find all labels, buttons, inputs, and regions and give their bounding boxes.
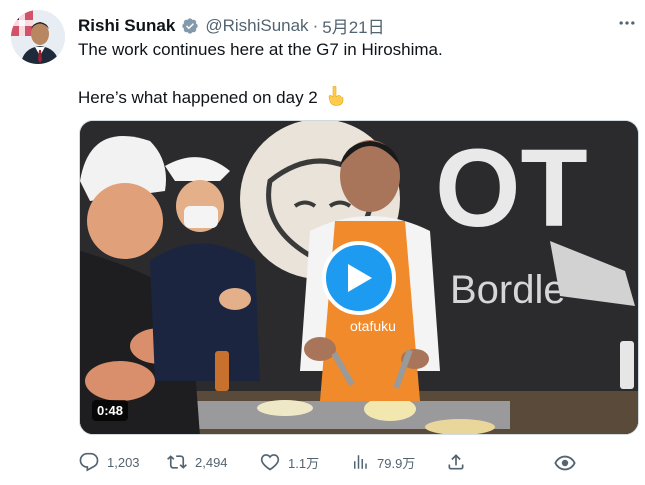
header-separator: ·	[312, 15, 319, 35]
retweet-icon	[167, 455, 187, 469]
sign-text-bord: Bordle	[450, 268, 566, 312]
verified-badge-icon	[181, 17, 199, 35]
play-button[interactable]	[322, 241, 396, 315]
like-button[interactable]: 1.1万	[260, 452, 319, 472]
author-handle[interactable]: @RishiSunak	[205, 16, 308, 36]
play-icon	[348, 264, 372, 292]
tweet-actions: 1,203 2,494 1.1万 79.9万	[79, 452, 579, 478]
tweet-text-line-2: Here’s what happened on day 2	[78, 85, 345, 111]
share-icon	[448, 454, 464, 470]
video-duration-badge: 0:48	[92, 400, 129, 421]
heart-icon	[260, 454, 280, 471]
views-count: 79.9万	[377, 455, 416, 471]
retweet-count: 2,494	[195, 454, 228, 470]
reply-icon	[79, 452, 99, 472]
views-chart-icon	[354, 455, 367, 469]
tweet: Rishi Sunak @RishiSunak · 5月21日 The work…	[0, 0, 645, 485]
author-display-name[interactable]: Rishi Sunak	[78, 16, 175, 36]
retweet-button[interactable]: 2,494	[167, 452, 228, 472]
tweet-date[interactable]: 5月21日	[322, 13, 384, 38]
sign-text-ot: OT	[435, 127, 588, 250]
tweet-header: Rishi Sunak @RishiSunak · 5月21日	[78, 13, 385, 38]
apron-text: otafuku	[350, 318, 396, 334]
pointing-down-emoji-icon	[327, 85, 345, 111]
reply-count: 1,203	[107, 454, 140, 470]
reply-button[interactable]: 1,203	[79, 452, 140, 472]
share-button[interactable]	[446, 452, 466, 472]
more-options-icon[interactable]	[616, 12, 638, 34]
tweet-text-line-2-text: Here’s what happened on day 2	[78, 88, 318, 107]
like-count: 1.1万	[288, 455, 320, 471]
eye-icon[interactable]	[553, 452, 577, 479]
avatar[interactable]	[11, 10, 65, 64]
video-player[interactable]: OT Bordle otafuku 0:48	[79, 120, 639, 435]
views-button[interactable]: 79.9万	[351, 452, 415, 472]
tweet-text-line-1: The work continues here at the G7 in Hir…	[78, 40, 443, 59]
